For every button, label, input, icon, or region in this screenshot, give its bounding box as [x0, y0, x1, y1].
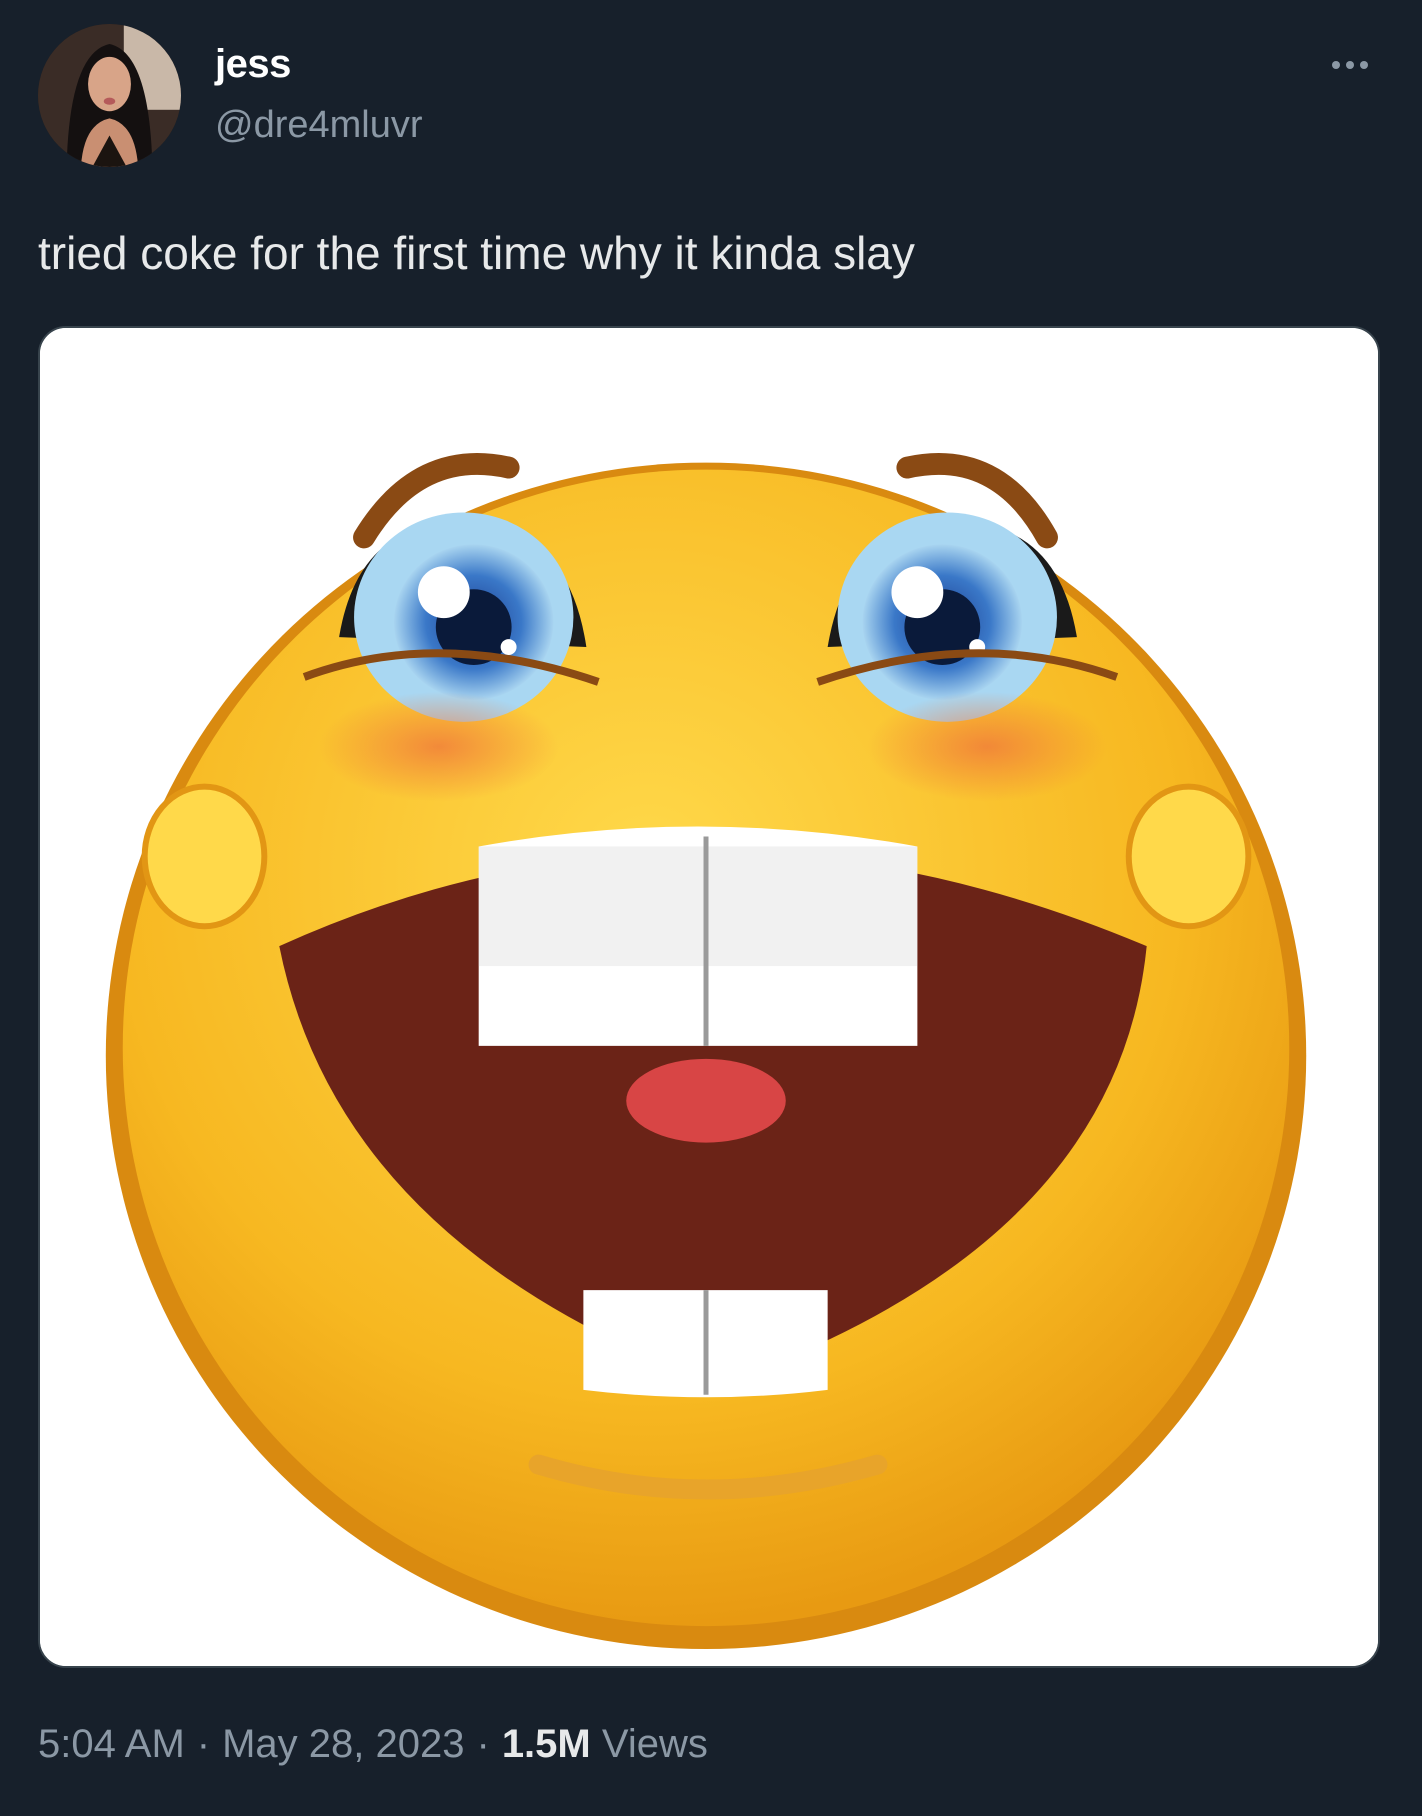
user-handle[interactable]: @dre4mluvr [215, 104, 423, 147]
tweet-date[interactable]: May 28, 2023 [222, 1722, 464, 1766]
more-dot-icon [1360, 61, 1368, 69]
avatar[interactable] [38, 24, 181, 167]
tweet-meta: 5:04 AM · May 28, 2023 · 1.5M Views [38, 1722, 708, 1767]
views-label: Views [601, 1722, 708, 1766]
separator: · [196, 1722, 211, 1766]
separator: · [476, 1722, 490, 1766]
avatar-photo-icon [38, 24, 181, 167]
tweet-media-image[interactable] [38, 326, 1380, 1668]
views-count: 1.5M [501, 1722, 591, 1766]
tweet-text: tried coke for the first time why it kin… [38, 227, 915, 279]
more-options-button[interactable] [1322, 40, 1378, 90]
grinning-emoji-icon [40, 328, 1378, 1666]
display-name[interactable]: jess [215, 42, 291, 87]
more-dot-icon [1332, 61, 1340, 69]
tweet-time[interactable]: 5:04 AM [38, 1722, 185, 1766]
more-dot-icon [1346, 61, 1354, 69]
